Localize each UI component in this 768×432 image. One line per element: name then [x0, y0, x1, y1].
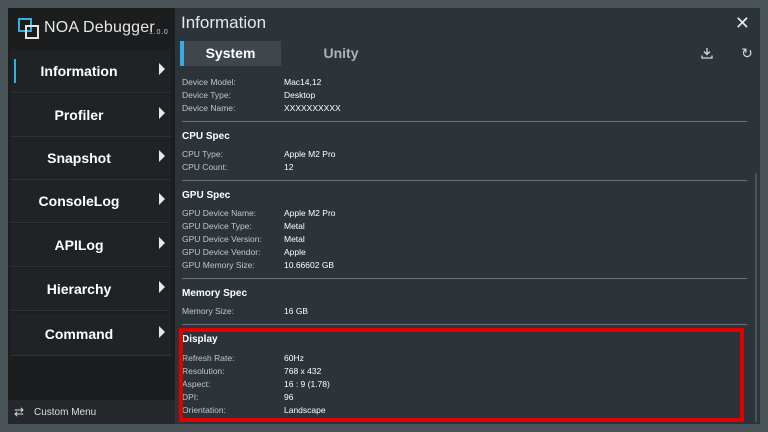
app-name: NOA Debugger: [44, 19, 155, 36]
divider: [11, 222, 171, 223]
download-icon[interactable]: [696, 41, 718, 66]
chevron-right-icon: [159, 237, 165, 249]
sidebar-item-label: Snapshot: [47, 150, 111, 166]
info-row: Device Model: Mac14,12: [182, 77, 747, 90]
section-title-cpu: CPU Spec: [182, 131, 230, 142]
tab-label: Unity: [323, 45, 359, 61]
tab-bar: System Unity ↻: [180, 41, 754, 66]
sidebar-item-label: Command: [44, 326, 114, 342]
info-row: GPU Device Vendor: Apple: [182, 247, 747, 260]
info-value: Metal: [284, 221, 305, 231]
info-key: GPU Device Version:: [182, 234, 262, 244]
divider: [11, 92, 171, 93]
info-row: GPU Device Type: Metal: [182, 221, 747, 234]
info-key: CPU Count:: [182, 162, 228, 172]
info-key: Device Type:: [182, 90, 231, 100]
chevron-right-icon: [159, 150, 165, 162]
sidebar-item-label: Information: [40, 63, 118, 79]
info-key: Device Name:: [182, 103, 236, 113]
info-value: Apple: [284, 247, 306, 257]
divider: [11, 310, 171, 311]
info-row: Device Type: Desktop: [182, 90, 747, 103]
sidebar: NOA Debugger 1.0.0 Information Profiler …: [8, 8, 175, 424]
info-value: Apple M2 Pro: [284, 149, 336, 159]
section-divider: [182, 180, 747, 181]
sidebar-item-consolelog[interactable]: ConsoleLog: [11, 180, 171, 223]
info-value: XXXXXXXXXX: [284, 103, 341, 113]
debugger-window: NOA Debugger 1.0.0 Information Profiler …: [8, 8, 760, 424]
info-key: GPU Memory Size:: [182, 260, 255, 270]
active-tab-indicator: [180, 41, 184, 66]
custom-menu-label: Custom Menu: [34, 407, 97, 418]
info-value: 16 GB: [284, 306, 309, 316]
info-key: GPU Device Name:: [182, 208, 257, 218]
sidebar-item-label: Profiler: [54, 107, 104, 123]
swap-arrows-icon: ⇄: [14, 405, 25, 419]
info-row: GPU Memory Size: 10.66602 GB: [182, 260, 747, 273]
tab-unity[interactable]: Unity: [283, 41, 399, 66]
info-row: CPU Type: Apple M2 Pro: [182, 149, 747, 162]
noa-logo-icon: [18, 18, 39, 39]
section-divider: [182, 121, 747, 122]
info-key: GPU Device Vendor:: [182, 247, 261, 257]
scrollbar[interactable]: [755, 173, 757, 422]
display-section-highlight: [179, 328, 744, 422]
info-value: 12: [284, 162, 294, 172]
info-row: Memory Size: 16 GB: [182, 306, 747, 319]
info-key: Device Model:: [182, 77, 236, 87]
info-value: Metal: [284, 234, 305, 244]
info-value: 10.66602 GB: [284, 260, 335, 270]
info-row: CPU Count: 12: [182, 162, 747, 175]
info-key: CPU Type:: [182, 149, 223, 159]
info-row: GPU Device Name: Apple M2 Pro: [182, 208, 747, 221]
app-logo: NOA Debugger 1.0.0: [18, 16, 170, 46]
chevron-right-icon: [159, 326, 165, 338]
tab-label: System: [205, 45, 256, 61]
section-divider: [182, 324, 747, 325]
chevron-right-icon: [159, 281, 165, 293]
close-icon[interactable]: ✕: [735, 13, 750, 34]
divider: [11, 266, 171, 267]
chevron-right-icon: [159, 107, 165, 119]
page-title: Information: [181, 13, 267, 32]
chevron-right-icon: [159, 63, 165, 75]
info-key: GPU Device Type:: [182, 221, 252, 231]
section-divider: [182, 278, 747, 279]
info-row: Device Name: XXXXXXXXXX: [182, 103, 747, 116]
custom-menu-button[interactable]: ⇄ Custom Menu: [8, 400, 175, 424]
sidebar-item-information[interactable]: Information: [11, 50, 171, 93]
tab-system[interactable]: System: [180, 41, 281, 66]
chevron-right-icon: [159, 193, 165, 205]
sidebar-item-label: APILog: [54, 237, 104, 253]
sidebar-item-command[interactable]: Command: [11, 313, 171, 356]
sidebar-item-profiler[interactable]: Profiler: [11, 94, 171, 137]
info-value: Mac14,12: [284, 77, 322, 87]
divider: [11, 355, 171, 356]
section-title-gpu: GPU Spec: [182, 190, 231, 201]
info-value: Desktop: [284, 90, 316, 100]
refresh-icon[interactable]: ↻: [736, 41, 758, 66]
info-value: Apple M2 Pro: [284, 208, 336, 218]
sidebar-item-apilog[interactable]: APILog: [11, 224, 171, 267]
info-row: GPU Device Version: Metal: [182, 234, 747, 247]
sidebar-item-snapshot[interactable]: Snapshot: [11, 137, 171, 180]
sidebar-item-label: ConsoleLog: [38, 193, 120, 209]
sidebar-item-label: Hierarchy: [46, 281, 112, 297]
section-title-memory: Memory Spec: [182, 288, 248, 299]
app-version: 1.0.0: [149, 29, 169, 36]
info-key: Memory Size:: [182, 306, 234, 316]
sidebar-item-hierarchy[interactable]: Hierarchy: [11, 268, 171, 311]
